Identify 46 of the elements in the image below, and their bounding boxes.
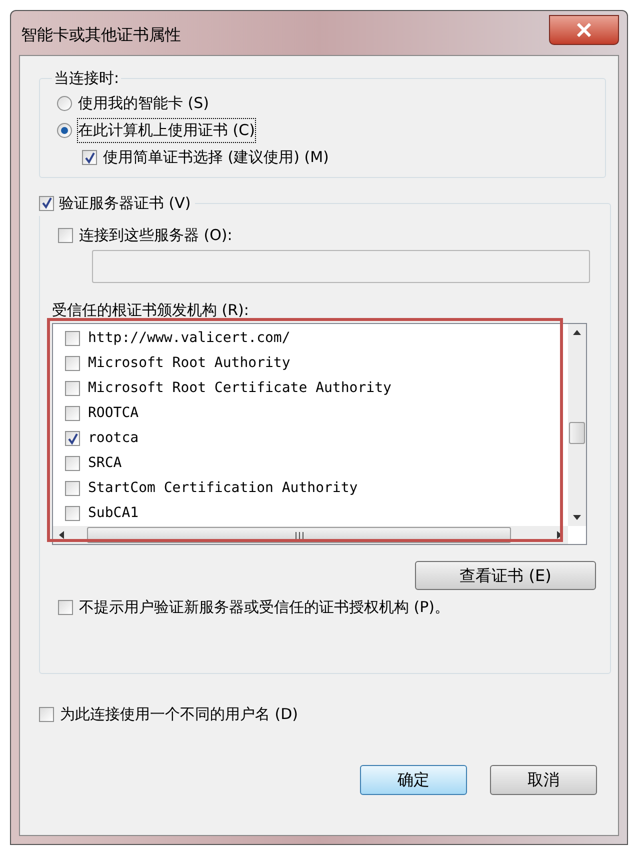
checkbox[interactable] [39,706,54,722]
scroll-left-icon[interactable] [59,531,64,539]
authority-name: http://www.valicert.com/ [88,329,290,348]
authority-name: SubCA1 [88,504,139,523]
servers-field[interactable] [92,250,590,283]
view-certificate-button[interactable]: 查看证书 (E) [415,561,596,590]
checkbox[interactable] [39,196,54,210]
vertical-scrollbar[interactable] [568,324,586,526]
checkbox[interactable] [58,600,73,614]
checkbox[interactable] [82,150,97,165]
checkbox[interactable] [58,228,73,242]
group-label: 当连接时: [54,69,120,87]
radio-button[interactable] [57,123,72,138]
checkbox[interactable] [65,456,80,471]
scrollbar-thumb[interactable] [569,422,585,444]
option-label: 连接到这些服务器 (O): [79,224,232,246]
checkbox[interactable] [65,506,80,521]
authority-name: Microsoft Root Authority [88,354,290,373]
radio-button[interactable] [57,96,72,111]
option-label: 使用我的智能卡 (S) [78,93,209,114]
checkbox[interactable] [65,406,80,421]
window-title: 智能卡或其他证书属性 [21,24,181,46]
checkbox[interactable] [65,481,80,496]
grip-icon [294,532,304,538]
authority-name: ROOTCA [88,404,139,423]
authority-name: StartCom Certification Authority [88,479,358,498]
option-label: 为此连接使用一个不同的用户名 (D) [60,704,298,725]
authority-name: Microsoft Root Certificate Authority [88,379,392,398]
dialog-button[interactable]: 取消 [490,765,597,795]
scroll-up-icon[interactable] [573,330,581,335]
option-label: 受信任的根证书颁发机构 (R): [52,300,249,321]
checkbox[interactable] [65,381,80,396]
scroll-right-icon[interactable] [557,531,562,539]
authority-name: SRCA [88,454,122,473]
option-label: 不提示用户验证新服务器或受信任的证书授权机构 (P)。 [79,596,450,618]
scroll-down-icon[interactable] [573,515,581,520]
option-label: 在此计算机上使用证书 (C) [78,119,255,142]
checkbox[interactable] [65,331,80,346]
close-button[interactable] [549,15,619,45]
dialog-button[interactable]: 确定 [360,765,467,795]
authority-name: rootca [88,429,139,448]
checkbox[interactable] [65,431,80,446]
checkbox[interactable] [65,356,80,371]
option-label: 验证服务器证书 (V) [59,192,191,214]
option-label: 使用简单证书选择 (建议使用) (M) [103,147,329,168]
close-icon [576,23,592,37]
